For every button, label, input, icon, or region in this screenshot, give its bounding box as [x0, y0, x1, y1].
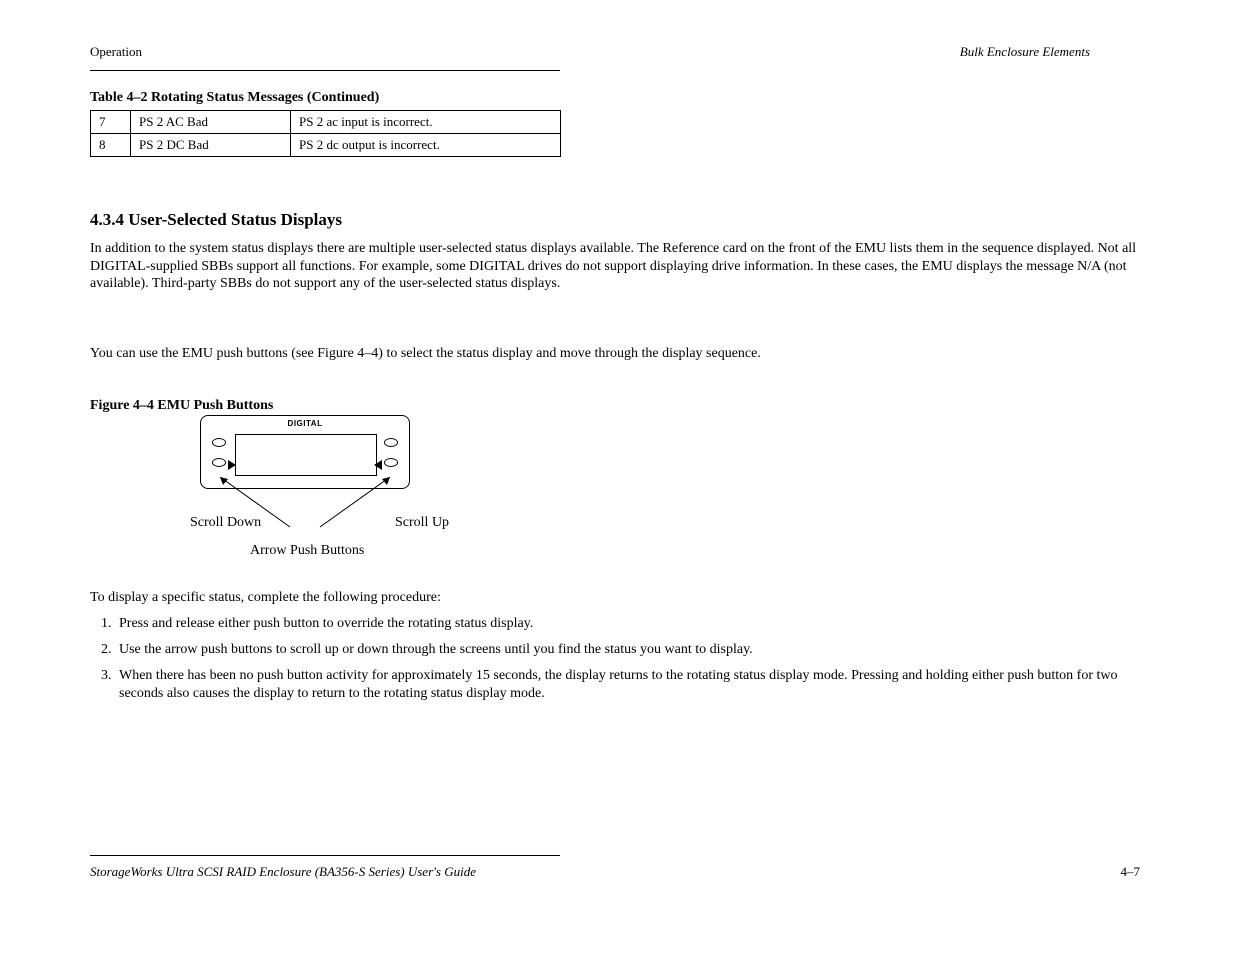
cell-no: 7	[91, 111, 131, 134]
footer-right: 4–7	[1121, 864, 1141, 880]
label-scroll-down: Scroll Down	[190, 515, 261, 531]
brand-label: DIGITAL	[288, 419, 323, 428]
label-arrow-buttons: Arrow Push Buttons	[250, 543, 364, 559]
list-item: When there has been no push button activ…	[115, 667, 1125, 703]
triangle-right-icon	[374, 460, 382, 470]
table-title: Table 4–2 Rotating Status Messages (Cont…	[90, 90, 379, 106]
steps-intro: To display a specific status, complete t…	[90, 590, 441, 606]
panel-button-top-left	[212, 438, 226, 447]
footer-rule	[90, 855, 560, 856]
status-messages-table: 7 PS 2 AC Bad PS 2 ac input is incorrect…	[90, 110, 561, 157]
cell-no: 8	[91, 134, 131, 157]
figure-caption: Figure 4–4 EMU Push Buttons	[90, 398, 273, 414]
emu-panel: DIGITAL	[200, 415, 410, 489]
panel-button-bottom-left	[212, 458, 226, 467]
header-rule	[90, 70, 560, 71]
header-left: Operation	[90, 44, 142, 60]
cell-msg: PS 2 DC Bad	[131, 134, 291, 157]
section-paragraph-2: You can use the EMU push buttons (see Fi…	[90, 345, 790, 363]
emu-screen	[235, 434, 377, 476]
section-heading: 4.3.4 User-Selected Status Displays	[90, 210, 342, 230]
triangle-left-icon	[228, 460, 236, 470]
document-page: Operation Bulk Enclosure Elements Table …	[0, 0, 1235, 954]
list-item: Press and release either push button to …	[115, 615, 1125, 633]
label-scroll-up: Scroll Up	[395, 515, 449, 531]
cell-msg: PS 2 AC Bad	[131, 111, 291, 134]
procedure-list: Press and release either push button to …	[115, 615, 1125, 711]
section-paragraph-1: In addition to the system status display…	[90, 240, 1140, 293]
list-item: Use the arrow push buttons to scroll up …	[115, 641, 1125, 659]
cell-desc: PS 2 dc output is incorrect.	[291, 134, 561, 157]
footer-left: StorageWorks Ultra SCSI RAID Enclosure (…	[90, 864, 476, 880]
cell-desc: PS 2 ac input is incorrect.	[291, 111, 561, 134]
table-row: 8 PS 2 DC Bad PS 2 dc output is incorrec…	[91, 134, 561, 157]
running-header: Operation Bulk Enclosure Elements	[90, 44, 1090, 60]
emu-panel-figure: DIGITAL	[200, 415, 430, 489]
header-right: Bulk Enclosure Elements	[960, 44, 1090, 60]
running-footer: StorageWorks Ultra SCSI RAID Enclosure (…	[90, 864, 1140, 880]
panel-button-bottom-right	[384, 458, 398, 467]
table-row: 7 PS 2 AC Bad PS 2 ac input is incorrect…	[91, 111, 561, 134]
panel-button-top-right	[384, 438, 398, 447]
